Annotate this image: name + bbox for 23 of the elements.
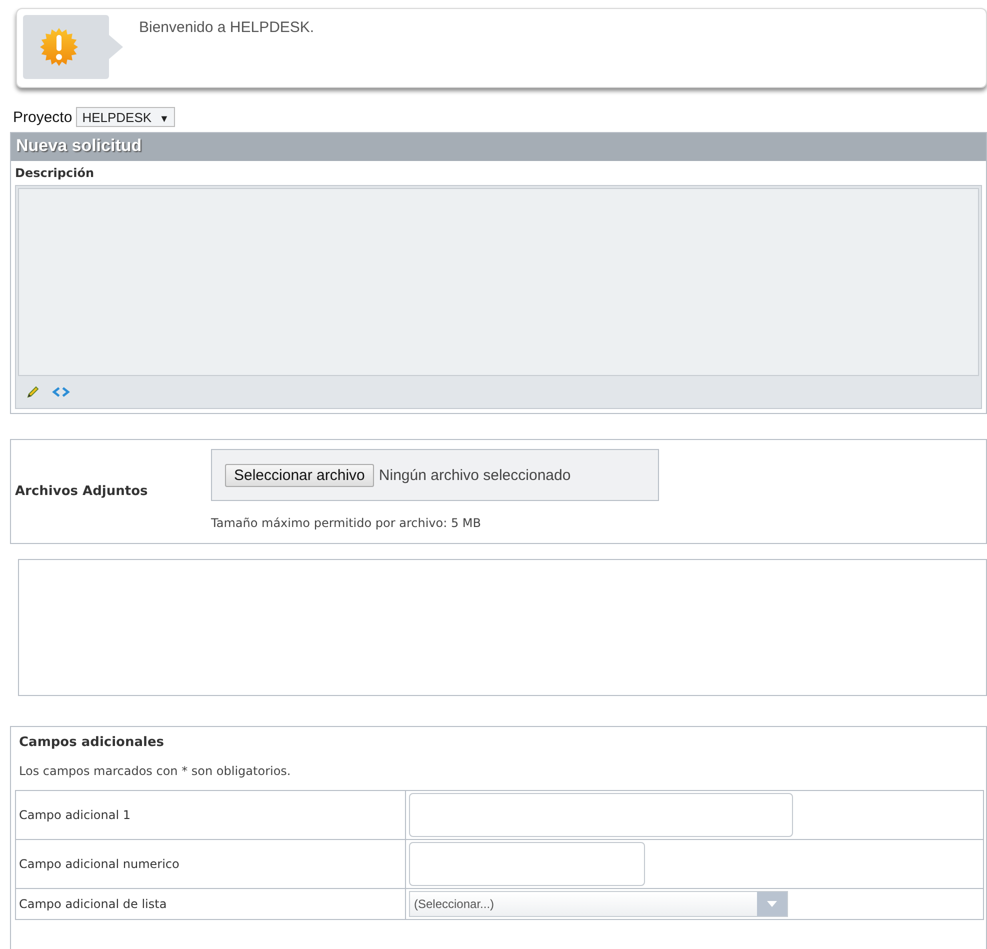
description-label: Descripción: [14, 165, 95, 182]
text-field[interactable]: [409, 793, 793, 837]
warning-icon: [39, 27, 79, 67]
number-field[interactable]: [409, 842, 645, 886]
description-editor[interactable]: [15, 185, 982, 409]
project-label: Proyecto: [13, 108, 72, 126]
project-dropdown[interactable]: HELPDESK ▼: [76, 107, 176, 127]
file-status: Ningún archivo seleccionado: [378, 466, 571, 484]
field-label: Campo adicional numerico: [16, 840, 406, 888]
field-label: Campo adicional 1: [16, 790, 406, 840]
choose-file-button[interactable]: Seleccionar archivo: [225, 464, 374, 486]
field-label: Campo adicional de lista: [16, 888, 406, 920]
code-icon: [52, 386, 70, 398]
file-size-hint: Tamaño máximo permitido por archivo: 5 MB: [211, 516, 482, 530]
attachments-label: Archivos Adjuntos: [14, 483, 149, 501]
section-header: Nueva solicitud: [11, 133, 986, 161]
notice-message: Bienvenido a HELPDESK.: [139, 19, 314, 38]
pencil-icon: [26, 385, 40, 399]
list-dropdown[interactable]: (Seleccionar...): [409, 891, 788, 917]
required-note: Los campos marcados con * son obligatorios.: [18, 763, 292, 778]
additional-fields-title: Campos adicionales: [18, 735, 166, 750]
file-input[interactable]: Seleccionar archivo Ningún archivo seleccionado: [211, 449, 659, 501]
caret-icon: [767, 901, 777, 907]
